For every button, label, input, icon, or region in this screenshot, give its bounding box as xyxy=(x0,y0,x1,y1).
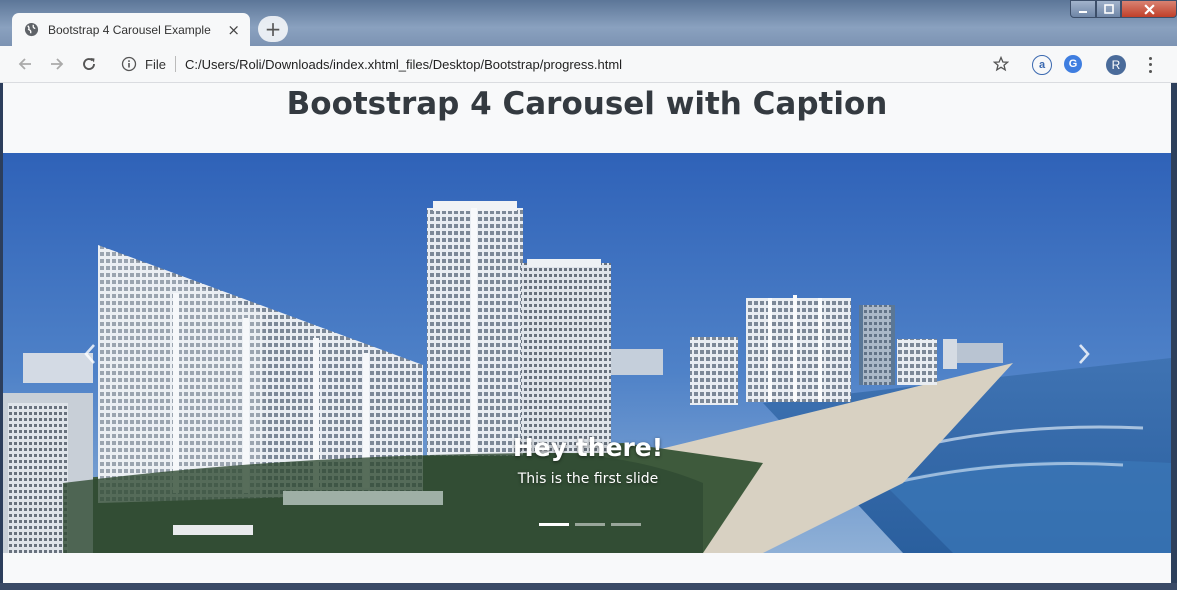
forward-button[interactable] xyxy=(47,54,67,74)
close-icon[interactable]: × xyxy=(227,21,240,39)
carousel-indicators xyxy=(536,523,644,526)
star-icon xyxy=(993,56,1009,72)
carousel-caption: Hey there! This is the first slide xyxy=(473,433,703,487)
chevron-right-icon xyxy=(1079,344,1090,364)
scheme-label: File xyxy=(145,56,166,72)
browser-menu-icon[interactable] xyxy=(1143,55,1157,75)
arrow-right-icon xyxy=(51,58,64,70)
carousel-indicator[interactable] xyxy=(611,523,641,526)
address-bar[interactable]: File C:/Users/Roli/Downloads/index.xhtml… xyxy=(110,50,1026,78)
browser-tab[interactable]: Bootstrap 4 Carousel Example × xyxy=(12,13,250,46)
browser-toolbar: File C:/Users/Roli/Downloads/index.xhtml… xyxy=(0,46,1177,83)
extension-g-icon[interactable]: G xyxy=(1064,55,1082,73)
browser-titlebar: Bootstrap 4 Carousel Example × + xyxy=(0,0,1177,46)
bookmark-star-button[interactable] xyxy=(991,54,1011,74)
caption-title: Hey there! xyxy=(512,433,664,462)
reload-button[interactable] xyxy=(79,54,99,74)
minimize-button[interactable] xyxy=(1070,0,1096,18)
carousel-indicator[interactable] xyxy=(575,523,605,526)
reload-icon xyxy=(83,58,95,70)
carousel-indicator[interactable] xyxy=(539,523,569,526)
address-divider xyxy=(174,56,176,72)
carousel-prev-button[interactable] xyxy=(75,339,105,369)
carousel: Hey there! This is the first slide xyxy=(3,153,1171,553)
window-bottom-edge xyxy=(0,583,1177,590)
extension-a-icon[interactable]: a xyxy=(1032,55,1052,75)
page-title: Bootstrap 4 Carousel with Caption xyxy=(286,86,888,122)
caption-text: This is the first slide xyxy=(517,471,659,487)
globe-icon xyxy=(24,22,39,37)
profile-avatar[interactable]: R xyxy=(1106,55,1126,75)
tab-title: Bootstrap 4 Carousel Example xyxy=(48,22,211,37)
back-button[interactable] xyxy=(15,54,35,74)
close-window-button[interactable] xyxy=(1121,0,1177,18)
new-tab-button[interactable]: + xyxy=(258,16,288,42)
maximize-button[interactable] xyxy=(1096,0,1121,18)
carousel-slide-image xyxy=(3,153,1171,553)
page-viewport: Bootstrap 4 Carousel with Caption Hey th… xyxy=(3,83,1171,583)
chevron-left-icon xyxy=(84,344,95,364)
window-controls xyxy=(1070,0,1177,20)
carousel-next-button[interactable] xyxy=(1069,339,1099,369)
arrow-left-icon xyxy=(18,58,31,70)
url-text[interactable]: C:/Users/Roli/Downloads/index.xhtml_file… xyxy=(185,57,622,72)
info-icon[interactable] xyxy=(121,56,137,72)
